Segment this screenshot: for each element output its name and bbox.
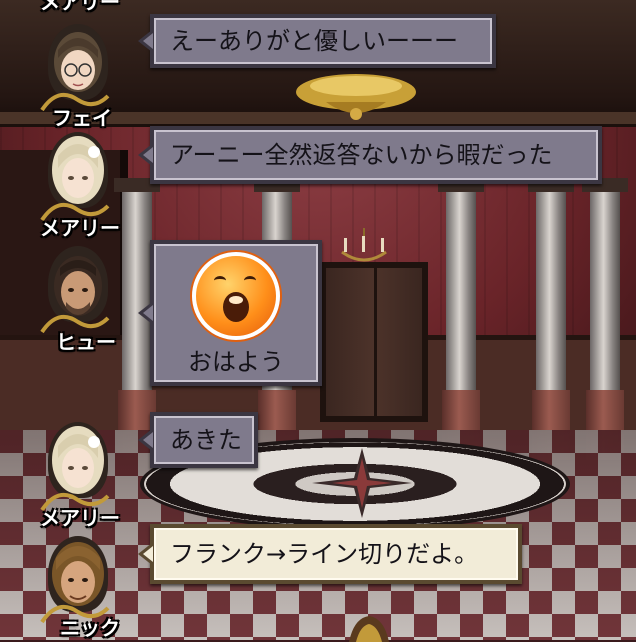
- speaker-name: ニック: [60, 616, 120, 640]
- message-text: おはよう: [188, 348, 284, 376]
- message-text: フランク→ライン切りだよ。: [170, 540, 479, 568]
- message-bubble[interactable]: アーニー全然返答ないから暇だった: [138, 126, 602, 184]
- ornament-icon: [349, 616, 389, 642]
- message-bubble[interactable]: あきた: [138, 412, 258, 468]
- speaker-name-partial: メアリー: [40, 0, 120, 14]
- pillar: [438, 178, 484, 460]
- message-text: アーニー全然返答ないから暇だった: [170, 141, 553, 169]
- yawning-face-stamp-icon: [192, 252, 280, 340]
- double-door: [320, 262, 428, 422]
- message-text: えーありがと優しいーーー: [170, 27, 458, 55]
- small-chandelier-icon: [341, 228, 387, 262]
- speaker-name: ヒュー: [56, 330, 116, 354]
- pillar: [582, 178, 628, 460]
- speaker-name: フェイ: [52, 106, 112, 130]
- message-bubble[interactable]: フランク→ライン切りだよ。: [138, 524, 522, 584]
- pillar: [528, 178, 574, 460]
- pillar: [114, 178, 160, 460]
- compass-star-icon: [312, 448, 412, 518]
- message-text: あきた: [170, 426, 242, 454]
- speaker-name: メアリー: [40, 506, 120, 530]
- message-bubble[interactable]: えーありがと優しいーーー: [138, 14, 496, 68]
- speaker-name: メアリー: [40, 216, 120, 240]
- stamp-message-bubble[interactable]: おはよう: [138, 240, 322, 386]
